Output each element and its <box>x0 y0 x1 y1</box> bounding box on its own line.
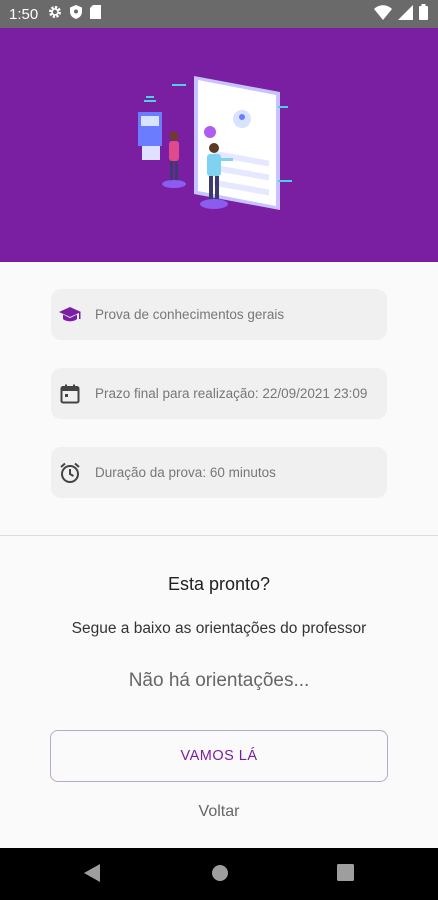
status-bar: 1:50 <box>0 0 438 28</box>
orientations-subtitle: Segue a baixo as orientações do professo… <box>71 620 367 637</box>
start-exam-button[interactable]: VAMOS LÁ <box>50 730 388 782</box>
deadline-card: Prazo final para realização: 22/09/2021 … <box>51 368 387 419</box>
battery-icon <box>419 4 428 24</box>
exam-name-card: Prova de conhecimentos gerais <box>51 289 387 340</box>
graduation-cap-icon <box>59 304 81 326</box>
exam-name-text: Prova de conhecimentos gerais <box>95 306 285 322</box>
sd-card-icon <box>90 5 102 23</box>
duration-text: Duração da prova: 60 minutos <box>95 464 276 480</box>
alarm-clock-icon <box>59 462 81 484</box>
status-time: 1:50 <box>9 5 39 23</box>
hero-banner <box>0 28 438 262</box>
wifi-icon <box>374 4 392 24</box>
shield-icon <box>70 5 83 23</box>
start-exam-label: VAMOS LÁ <box>180 748 258 764</box>
orientations-content: Não há orientações... <box>128 670 310 691</box>
section-divider <box>0 535 438 536</box>
online-exam-illustration <box>138 76 292 210</box>
back-link[interactable]: Voltar <box>0 803 438 821</box>
deadline-text: Prazo final para realização: 22/09/2021 … <box>95 385 368 401</box>
signal-icon <box>398 4 413 24</box>
calendar-icon <box>59 383 81 405</box>
recents-icon[interactable] <box>337 864 354 886</box>
gear-icon <box>48 5 62 23</box>
home-icon[interactable] <box>211 864 229 887</box>
system-nav-bar <box>0 848 438 900</box>
back-icon[interactable] <box>84 864 100 887</box>
ready-title: Esta pronto? <box>167 574 271 594</box>
duration-card: Duração da prova: 60 minutos <box>51 447 387 498</box>
